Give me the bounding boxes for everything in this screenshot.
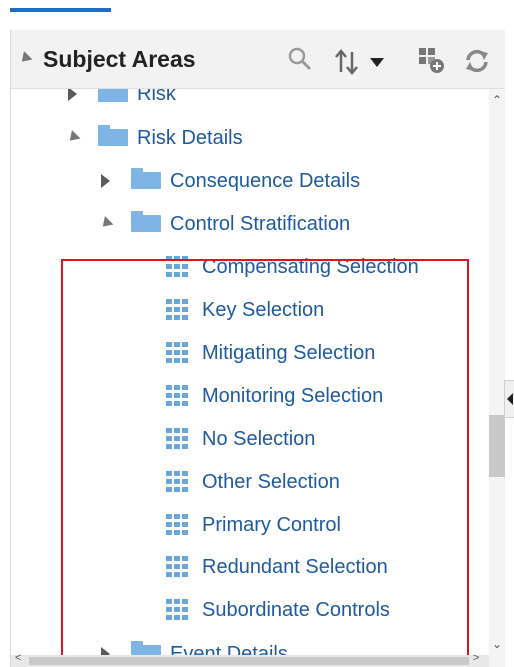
dropdown-icon[interactable]: [369, 56, 385, 68]
folder-icon: [98, 89, 128, 102]
tree-item-label[interactable]: Event Details: [170, 643, 288, 655]
subject-areas-panel: Subject Areas Risk Risk Details Conseque…: [10, 30, 505, 667]
folder-icon: [131, 211, 161, 232]
subject-area-tree: Risk Risk Details Consequence Details Co…: [11, 89, 489, 655]
tree-item-label[interactable]: Control Stratification: [170, 213, 350, 236]
scrollbar-thumb[interactable]: [29, 657, 469, 665]
collapse-panel-icon[interactable]: [17, 51, 33, 66]
tree-item-label[interactable]: Redundant Selection: [202, 556, 388, 579]
tree-item-risk[interactable]: Risk: [11, 89, 489, 113]
horizontal-scrollbar[interactable]: < >: [11, 652, 489, 667]
tree-item-redundant-selection[interactable]: Redundant Selection: [11, 546, 489, 586]
expand-icon[interactable]: [101, 647, 110, 655]
panel-splitter-handle[interactable]: [504, 380, 514, 418]
folder-icon: [131, 641, 161, 655]
tree-item-monitoring-selection[interactable]: Monitoring Selection: [11, 375, 489, 415]
tree-item-label[interactable]: Consequence Details: [170, 170, 360, 193]
collapse-icon[interactable]: [65, 130, 81, 145]
tree-item-label[interactable]: Primary Control: [202, 514, 341, 537]
vertical-scrollbar[interactable]: ⌃ ⌄: [489, 89, 505, 667]
panel-title: Subject Areas: [43, 46, 196, 72]
collapse-icon[interactable]: [98, 216, 114, 231]
tree-item-compensating-selection[interactable]: Compensating Selection: [11, 246, 489, 286]
column-folder-icon: [166, 599, 188, 620]
scroll-down-icon[interactable]: ⌄: [492, 637, 502, 651]
scroll-right-icon[interactable]: >: [473, 652, 479, 664]
search-icon[interactable]: [287, 46, 313, 72]
tree-item-key-selection[interactable]: Key Selection: [11, 289, 489, 329]
tree-item-label[interactable]: Subordinate Controls: [202, 599, 390, 622]
tree-item-label[interactable]: No Selection: [202, 428, 315, 451]
column-folder-icon: [166, 514, 188, 535]
tree-item-subordinate-controls[interactable]: Subordinate Controls: [11, 589, 489, 629]
tree-item-label[interactable]: Compensating Selection: [202, 256, 419, 279]
tree-item-label[interactable]: Mitigating Selection: [202, 342, 375, 365]
tree-item-label[interactable]: Key Selection: [202, 299, 324, 322]
tree-item-label[interactable]: Risk Details: [137, 127, 243, 150]
tree-item-event-details[interactable]: Event Details: [11, 633, 489, 655]
add-subject-area-icon[interactable]: [417, 46, 445, 74]
column-folder-icon: [166, 256, 188, 277]
sort-icon[interactable]: [333, 48, 361, 76]
folder-icon: [98, 125, 128, 146]
tree-item-risk-details[interactable]: Risk Details: [11, 117, 489, 157]
column-folder-icon: [166, 342, 188, 363]
column-folder-icon: [166, 471, 188, 492]
scroll-up-icon[interactable]: ⌃: [492, 93, 502, 107]
tree-item-consequence-details[interactable]: Consequence Details: [11, 160, 489, 200]
panel-header: Subject Areas: [11, 30, 505, 89]
tree-item-label[interactable]: Other Selection: [202, 471, 340, 494]
column-folder-icon: [166, 428, 188, 449]
column-folder-icon: [166, 385, 188, 406]
scrollbar-thumb[interactable]: [489, 415, 505, 477]
tree-item-label[interactable]: Risk: [137, 89, 176, 106]
tree-item-other-selection[interactable]: Other Selection: [11, 461, 489, 501]
tree-item-mitigating-selection[interactable]: Mitigating Selection: [11, 332, 489, 372]
refresh-icon[interactable]: [463, 47, 491, 75]
scroll-left-icon[interactable]: <: [15, 652, 21, 664]
tree-item-label[interactable]: Monitoring Selection: [202, 385, 383, 408]
tree-item-no-selection[interactable]: No Selection: [11, 418, 489, 458]
column-folder-icon: [166, 299, 188, 320]
active-tab-indicator: [10, 8, 111, 12]
tree-item-control-stratification[interactable]: Control Stratification: [11, 203, 489, 243]
expand-icon[interactable]: [101, 174, 110, 188]
folder-icon: [131, 168, 161, 189]
column-folder-icon: [166, 556, 188, 577]
tree-item-primary-control[interactable]: Primary Control: [11, 504, 489, 544]
expand-icon[interactable]: [68, 89, 77, 101]
